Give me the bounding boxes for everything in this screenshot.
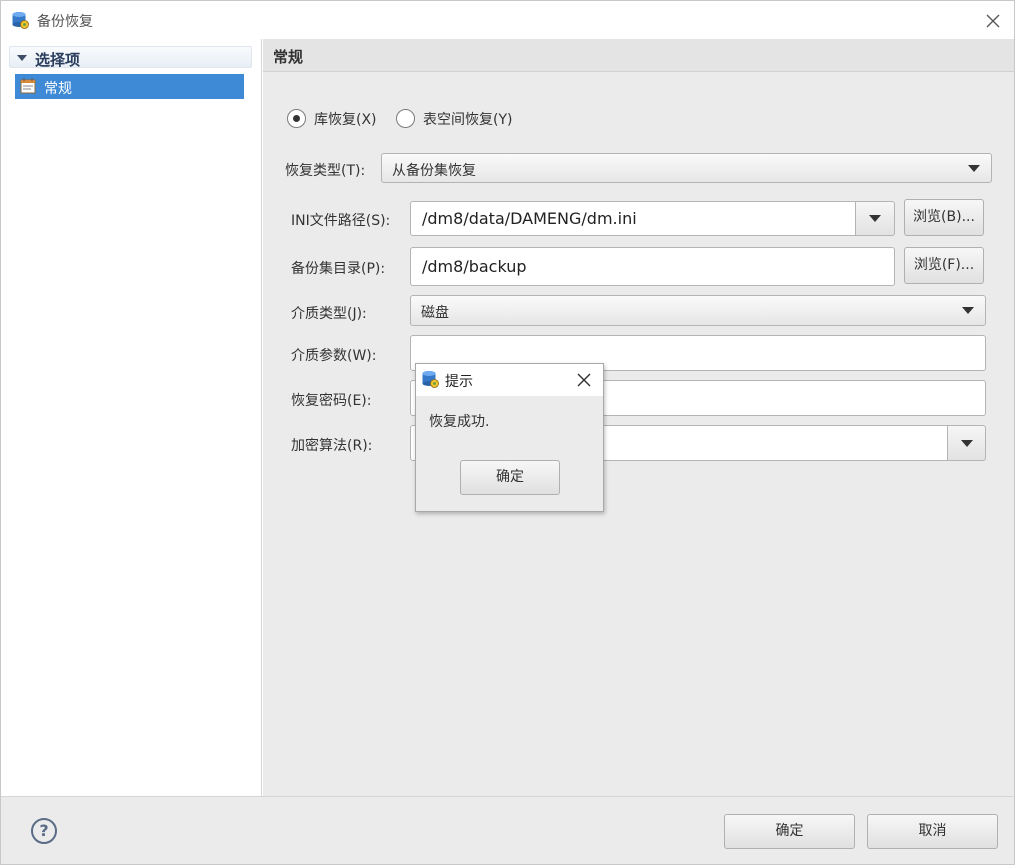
- restore-type-select[interactable]: 从备份集恢复: [381, 153, 992, 183]
- backup-restore-window: 备份恢复 选择项 常规 常规 库恢复(X) 表空间恢复(Y) 恢复类型(T): …: [0, 0, 1015, 865]
- settings-page-icon: [20, 78, 36, 94]
- restore-type-value: 从备份集恢复: [392, 163, 476, 179]
- database-icon: [12, 12, 29, 29]
- chevron-down-icon: [869, 215, 881, 222]
- browse-backup-dir-button[interactable]: 浏览(F)...: [904, 247, 984, 284]
- encrypt-algorithm-dropdown-button[interactable]: [947, 425, 986, 461]
- close-icon[interactable]: [983, 11, 1003, 31]
- dialog-title: 提示: [445, 374, 473, 390]
- chevron-down-icon: [962, 307, 974, 314]
- content-panel: 常规 库恢复(X) 表空间恢复(Y) 恢复类型(T): 从备份集恢复 INI文件…: [263, 39, 1014, 796]
- title-bar: 备份恢复: [1, 1, 1014, 39]
- media-type-label: 介质类型(J):: [291, 306, 367, 322]
- backup-dir-input[interactable]: /dm8/backup: [410, 247, 895, 286]
- dialog-title-bar: 提示: [416, 364, 603, 396]
- nav-panel: 选择项 常规: [1, 39, 262, 796]
- window-title: 备份恢复: [37, 14, 93, 30]
- radio-tablespace-restore-label[interactable]: 表空间恢复(Y): [423, 109, 512, 129]
- close-icon[interactable]: [576, 372, 592, 388]
- backup-dir-value: /dm8/backup: [422, 257, 527, 276]
- backup-dir-label: 备份集目录(P):: [291, 261, 386, 277]
- encrypt-algorithm-label: 加密算法(R):: [291, 438, 373, 454]
- ini-path-dropdown-button[interactable]: [855, 201, 895, 236]
- nav-item-general[interactable]: 常规: [15, 74, 244, 99]
- footer-bar: ? 确定 取消: [1, 796, 1014, 864]
- chevron-down-icon: [968, 165, 980, 172]
- page-title: 常规: [273, 48, 304, 66]
- restore-type-label: 恢复类型(T):: [285, 163, 366, 179]
- caret-down-icon: [17, 55, 27, 61]
- radio-database-restore[interactable]: [287, 109, 306, 128]
- nav-group-header[interactable]: 选择项: [9, 46, 252, 69]
- media-type-select[interactable]: 磁盘: [410, 295, 986, 326]
- restore-password-label: 恢复密码(E):: [291, 393, 372, 409]
- database-icon: [422, 371, 439, 388]
- help-icon[interactable]: ?: [31, 818, 57, 844]
- nav-group-label: 选择项: [35, 51, 81, 69]
- dialog-message: 恢复成功.: [429, 414, 490, 430]
- cancel-button[interactable]: 取消: [867, 814, 998, 849]
- ini-path-value: /dm8/data/DAMENG/dm.ini: [422, 209, 637, 228]
- chevron-down-icon: [961, 440, 973, 447]
- ini-path-label: INI文件路径(S):: [291, 213, 391, 229]
- dialog-ok-button[interactable]: 确定: [460, 460, 560, 495]
- ini-path-input[interactable]: /dm8/data/DAMENG/dm.ini: [410, 201, 856, 236]
- media-type-value: 磁盘: [421, 305, 449, 321]
- content-header: 常规: [263, 39, 1014, 72]
- nav-item-label: 常规: [44, 81, 72, 97]
- radio-tablespace-restore[interactable]: [396, 109, 415, 128]
- ok-button[interactable]: 确定: [724, 814, 855, 849]
- browse-ini-button[interactable]: 浏览(B)...: [904, 199, 984, 236]
- radio-database-restore-label[interactable]: 库恢复(X): [314, 109, 377, 129]
- media-params-label: 介质参数(W):: [291, 348, 377, 364]
- info-dialog: 提示 恢复成功. 确定: [415, 363, 604, 512]
